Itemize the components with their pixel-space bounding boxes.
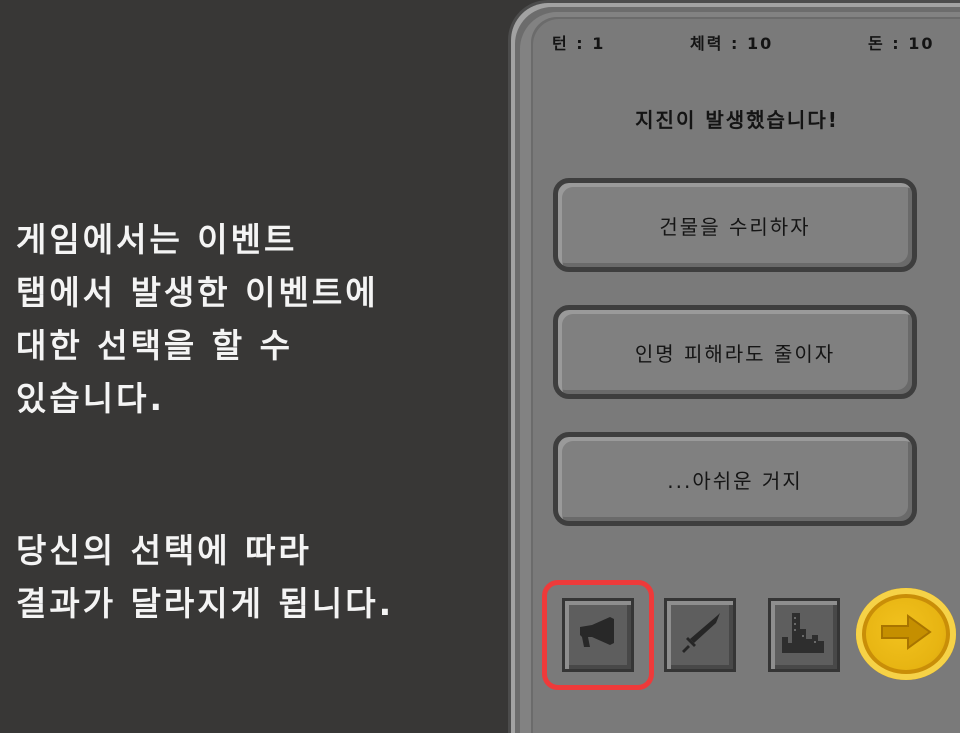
city-tab-button[interactable] [768, 598, 840, 672]
city-icon [778, 609, 830, 661]
arrow-right-icon [878, 612, 934, 656]
health-counter: 체력 : 10 [690, 34, 774, 53]
tutorial-paragraph-2: 당신의 선택에 따라 결과가 달라지게 됩니다. [16, 531, 395, 623]
choice-button-reduce-casualties[interactable]: 인명 피해라도 줄이자 [553, 305, 917, 399]
tutorial-text: 게임에서는 이벤트 탭에서 발생한 이벤트에 대한 선택을 할 수 있습니다. … [16, 160, 506, 683]
choice-button-give-up[interactable]: ...아쉬운 거지 [553, 432, 917, 526]
event-title: 지진이 발생했습니다! [635, 108, 839, 132]
event-tab-button[interactable] [562, 598, 634, 672]
battle-tab-button[interactable] [664, 598, 736, 672]
choice-label: 건물을 수리하자 [659, 214, 811, 239]
sword-icon [676, 609, 724, 661]
next-turn-button[interactable] [856, 588, 956, 680]
megaphone-icon [576, 613, 620, 657]
money-counter: 돈 : 10 [868, 34, 935, 53]
choice-button-repair[interactable]: 건물을 수리하자 [553, 178, 917, 272]
choice-label: 인명 피해라도 줄이자 [634, 341, 836, 366]
turn-counter: 턴 : 1 [552, 34, 606, 53]
tutorial-paragraph-1: 게임에서는 이벤트 탭에서 발생한 이벤트에 대한 선택을 할 수 있습니다. [16, 220, 379, 418]
choice-label: ...아쉬운 거지 [667, 468, 803, 493]
